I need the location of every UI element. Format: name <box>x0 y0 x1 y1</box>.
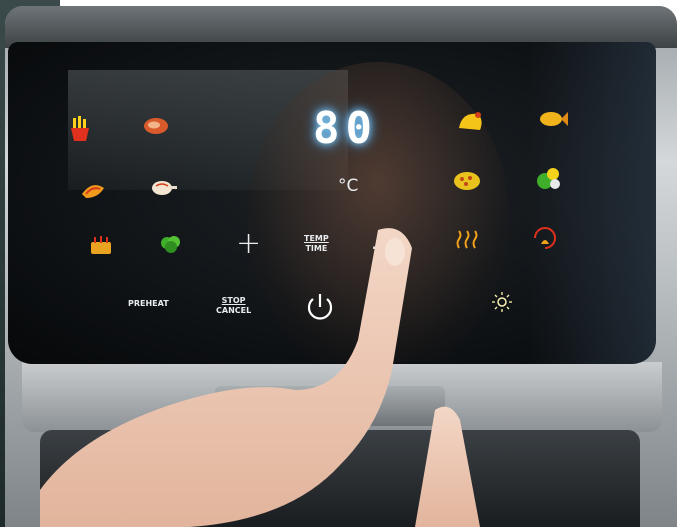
fish-icon[interactable] <box>537 108 569 130</box>
temperature-display: 80 <box>313 103 378 154</box>
drumstick-icon[interactable] <box>150 178 178 198</box>
hand <box>40 228 480 527</box>
shrimp-icon[interactable] <box>78 180 106 200</box>
fries-icon[interactable] <box>68 116 92 142</box>
pizza-icon[interactable] <box>452 169 482 193</box>
chicken-icon[interactable] <box>456 108 486 134</box>
air-fryer-photo: 80 °C + − TEMP TIME PREHEAT STOP CANCEL <box>0 0 683 527</box>
vegetables-icon[interactable] <box>534 164 564 194</box>
steak-icon[interactable] <box>142 116 170 136</box>
unit-label: °C <box>338 176 359 196</box>
reheat-icon[interactable] <box>530 224 560 252</box>
reflection-right <box>528 42 656 364</box>
